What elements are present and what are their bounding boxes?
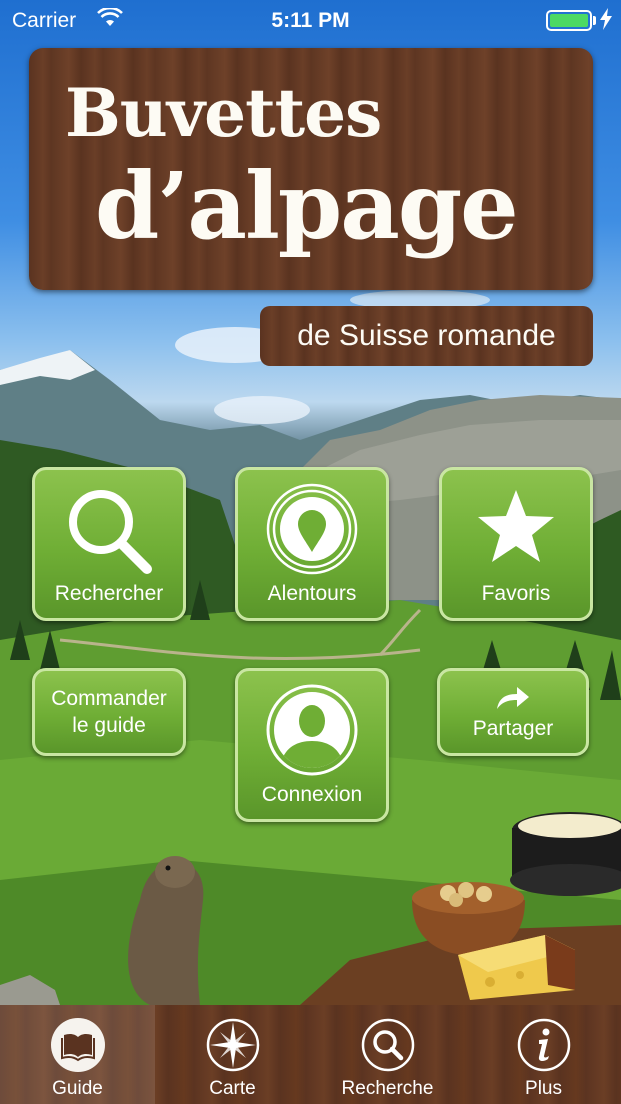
compass-icon [206,1018,260,1072]
magnifier-icon [61,486,157,582]
subtitle-sign: de Suisse romande [260,306,593,366]
share-arrow-icon [495,685,531,717]
tab-plus[interactable]: Plus [466,1005,621,1104]
alentours-button[interactable]: Alentours [235,467,389,621]
tab-guide[interactable]: Guide [0,1005,155,1104]
tab-recherche[interactable]: Recherche [310,1005,465,1104]
clock: 5:11 PM [271,9,350,32]
rechercher-label: Rechercher [54,582,164,605]
connexion-label: Connexion [261,783,363,806]
tab-plus-label: Plus [525,1078,562,1099]
tab-recherche-label: Recherche [341,1078,434,1099]
commander-label-line1: Commander [51,687,167,710]
status-bar: Carrier 5:11 PM [0,0,621,40]
alentours-label: Alentours [267,582,357,605]
partager-label: Partager [472,717,554,740]
user-icon [265,683,359,783]
book-icon [50,1018,105,1072]
bolt-icon [599,8,613,36]
favoris-label: Favoris [481,582,551,605]
location-pin-icon [265,482,359,582]
star-icon [476,488,556,570]
search-icon [361,1018,415,1072]
tab-bar: Guide Carte Recherche Plus [0,1005,621,1104]
info-icon [517,1018,571,1072]
connexion-button[interactable]: Connexion [235,668,389,822]
battery-icon [546,10,592,31]
title-sign: Buvettes d’alpage [29,48,593,290]
commander-guide-button[interactable]: Commander le guide [32,668,186,756]
tab-carte[interactable]: Carte [155,1005,310,1104]
tab-guide-label: Guide [52,1078,103,1099]
battery-tip [593,16,596,25]
commander-label-line2: le guide [72,714,146,737]
partager-button[interactable]: Partager [437,668,589,756]
app-title-line1: Buvettes [65,74,382,152]
app-title-line2: d’alpage [95,152,519,260]
tab-carte-label: Carte [209,1078,256,1099]
rechercher-button[interactable]: Rechercher [32,467,186,621]
commander-guide-label: Commander le guide [35,685,183,739]
favoris-button[interactable]: Favoris [439,467,593,621]
